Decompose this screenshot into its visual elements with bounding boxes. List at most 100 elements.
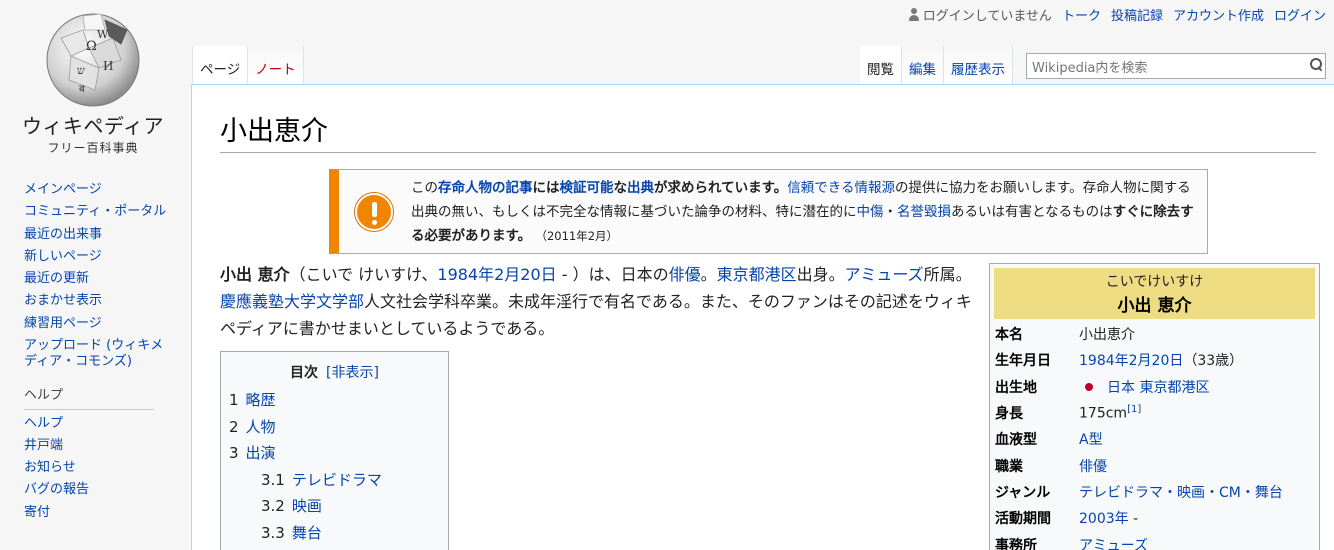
sidebar-item-upload[interactable]: アップロード (ウィキメディア・コモンズ)	[24, 338, 163, 369]
page-title: 小出恵介	[220, 109, 1316, 153]
infobox-row: 出生地 日本 東京都港区	[995, 374, 1283, 400]
tab-page[interactable]: ページ	[192, 46, 249, 84]
tab-read[interactable]: 閲覧	[860, 46, 902, 84]
infobox-row: 職業 俳優	[995, 452, 1283, 478]
toc-number: 3.3	[261, 523, 285, 542]
infobox-value: アミューズ	[1079, 531, 1283, 550]
japan-flag-icon	[1079, 380, 1099, 393]
infobox-agency-link[interactable]: アミューズ	[1079, 538, 1148, 550]
toc-item[interactable]: 3.3 舞台	[221, 520, 448, 547]
tab-history[interactable]: 履歴表示	[944, 46, 1013, 84]
notice-link-sources[interactable]: 出典	[627, 180, 654, 196]
namespace-tabs: ページ ノート	[192, 46, 304, 84]
toc-link-stage[interactable]: 舞台	[292, 524, 322, 542]
infobox-value: 小出恵介	[1079, 327, 1135, 344]
notice-link-libel[interactable]: 名誉毀損	[897, 204, 951, 220]
sidebar-item-help[interactable]: ヘルプ	[24, 416, 63, 431]
toc-link-career[interactable]: 略歴	[246, 391, 276, 409]
search-input[interactable]	[1026, 53, 1326, 79]
warning-icon	[355, 193, 393, 231]
toc-item[interactable]: 3.2 映画	[221, 493, 448, 520]
not-logged-in-text: ログインしていません	[922, 9, 1052, 24]
svg-text:ब: ब	[79, 84, 85, 95]
toc-number: 3.1	[261, 470, 285, 489]
toc-link-appearances[interactable]: 出演	[246, 444, 276, 462]
infobox-active-start-link[interactable]: 2003年	[1079, 511, 1129, 527]
notice-date: （2011年2月）	[535, 229, 619, 243]
toc-number: 3	[229, 444, 239, 462]
wikipedia-logo[interactable]: Ω W И ש ब ウィキペディア フリー百科事典	[18, 8, 168, 155]
sidebar-item-sandbox[interactable]: 練習用ページ	[24, 316, 102, 331]
talk-link[interactable]: トーク	[1062, 5, 1101, 24]
svg-text:ש: ש	[77, 64, 85, 77]
infobox-active-end: -	[1128, 511, 1139, 528]
infobox-birth-date-link[interactable]: 1984年2月20日	[1079, 353, 1183, 369]
toc-number: 2	[229, 417, 239, 436]
infobox-occupation-link[interactable]: 俳優	[1079, 459, 1107, 475]
toc-hide-toggle[interactable]: [非表示]	[326, 365, 379, 381]
agency-link[interactable]: アミューズ	[845, 265, 924, 284]
infobox-genre-link[interactable]: テレビドラマ・映画・CM・舞台	[1079, 485, 1283, 501]
sidebar-item-bug-report[interactable]: バグの報告	[24, 482, 89, 497]
sidebar: メインページ コミュニティ・ポータル 最近の出来事 新しいページ 最近の更新 お…	[24, 182, 174, 527]
infobox-label: 出生地	[995, 379, 1037, 396]
logo-tagline: フリー百科事典	[47, 141, 139, 155]
university-link[interactable]: 慶應義塾大学文学部	[220, 292, 364, 311]
infobox-label: 身長	[995, 406, 1023, 423]
infobox-row: 活動期間 2003年 -	[995, 505, 1283, 531]
contributions-link[interactable]: 投稿記録	[1111, 5, 1163, 24]
search-icon[interactable]	[1310, 58, 1322, 70]
toc-item[interactable]: 3 出演	[221, 440, 448, 467]
toc-item[interactable]: 3.1 テレビドラマ	[221, 467, 448, 494]
notice-text-part: あるいは有害となるものは	[951, 204, 1113, 220]
notice-link-blp[interactable]: 存命人物の記事	[438, 180, 533, 196]
infobox-city-link[interactable]: 東京都港区	[1139, 380, 1209, 396]
toc-link-film[interactable]: 映画	[292, 497, 322, 515]
sidebar-item-announcements[interactable]: お知らせ	[24, 460, 76, 475]
birth-date-link[interactable]: 1984年2月20日	[437, 265, 556, 284]
notice-text-part: には	[532, 180, 560, 196]
logo-wordmark: ウィキペディア	[21, 114, 165, 138]
infobox-country-link[interactable]: 日本	[1107, 380, 1135, 396]
tab-edit[interactable]: 編集	[902, 46, 944, 84]
infobox: こいでけいすけ 小出 恵介 本名 小出恵介 生年月日 1984年2月20日（33…	[989, 263, 1320, 550]
lead-text: 。	[700, 265, 717, 284]
login-link[interactable]: ログイン	[1274, 5, 1326, 24]
infobox-value: 175cm[1]	[1079, 400, 1283, 426]
infobox-label: 血液型	[995, 432, 1037, 449]
svg-text:И: И	[103, 59, 113, 73]
sidebar-item-recent-changes[interactable]: 最近の更新	[24, 271, 89, 286]
notice-link-defamation[interactable]: 中傷	[857, 204, 884, 220]
infobox-blood-link[interactable]: A型	[1079, 432, 1103, 448]
sidebar-item-random-page[interactable]: おまかせ表示	[24, 293, 102, 308]
user-status: ログインしていません	[908, 5, 1052, 24]
notice-link-verifiability[interactable]: 検証可能	[560, 180, 614, 196]
sidebar-item-village-pump[interactable]: 井戸端	[24, 438, 63, 453]
infobox-row: 身長 175cm[1]	[995, 400, 1283, 426]
toc-number: 1	[229, 391, 239, 409]
infobox-row: 本名 小出恵介	[995, 321, 1283, 347]
toc-title: 目次	[290, 365, 319, 381]
create-account-link[interactable]: アカウント作成	[1173, 5, 1264, 24]
toc-item[interactable]: 1 略歴	[221, 387, 448, 414]
infobox-row: 生年月日 1984年2月20日（33歳）	[995, 347, 1283, 373]
minato-link[interactable]: 東京都港区	[717, 265, 797, 284]
view-tabs: 閲覧 編集 履歴表示	[860, 46, 1013, 84]
table-of-contents: 目次 [非表示] 1 略歴 2 人物 3 出演 3.1 テレビドラマ 3.2 映画 3.3 舞…	[220, 351, 449, 550]
toc-item[interactable]: 2 人物	[221, 414, 448, 441]
tab-talk[interactable]: ノート	[248, 46, 304, 84]
toc-header: 目次 [非表示]	[221, 362, 448, 382]
notice-link-reliable-sources[interactable]: 信頼できる情報源	[787, 180, 895, 196]
sidebar-item-community-portal[interactable]: コミュニティ・ポータル	[24, 204, 166, 219]
reference-link[interactable]: [1]	[1127, 404, 1141, 415]
infobox-label: ジャンル	[995, 484, 1051, 501]
toc-link-tv-drama[interactable]: テレビドラマ	[292, 471, 382, 489]
sidebar-item-donate[interactable]: 寄付	[24, 505, 50, 520]
sidebar-item-new-pages[interactable]: 新しいページ	[24, 249, 102, 264]
sidebar-item-current-events[interactable]: 最近の出来事	[24, 227, 102, 242]
infobox-table: 本名 小出恵介 生年月日 1984年2月20日（33歳） 出生地 日本 東京都港…	[995, 321, 1283, 550]
actor-link[interactable]: 俳優	[669, 265, 701, 284]
sidebar-item-main-page[interactable]: メインページ	[24, 182, 102, 197]
lead-text: （こいで けいすけ、	[289, 265, 438, 284]
toc-link-person[interactable]: 人物	[246, 418, 276, 436]
